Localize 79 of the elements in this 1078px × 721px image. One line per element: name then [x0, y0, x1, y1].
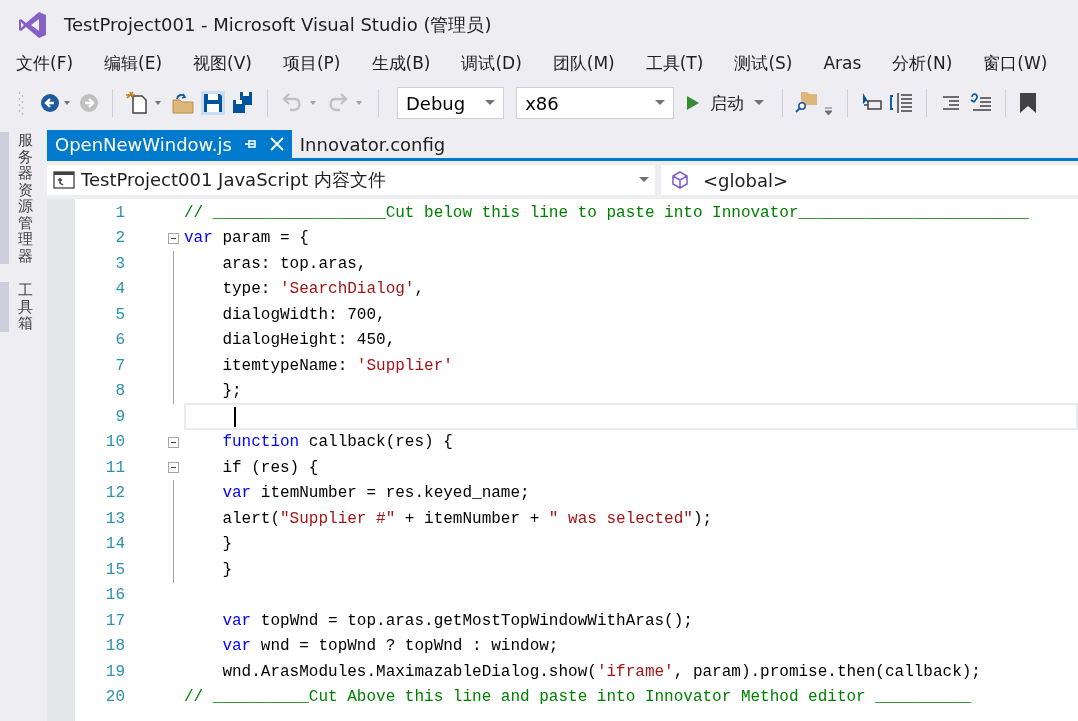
line-number: 19	[104, 662, 125, 681]
code-line: var wnd = topWnd ? topWnd : window;	[222, 637, 559, 656]
line-number: 8	[114, 382, 125, 401]
project-dropdown[interactable]: TestProject001 JavaScript 内容文件	[47, 165, 655, 195]
toolbar-grip[interactable]	[18, 90, 24, 116]
line-number: 13	[104, 509, 125, 528]
line-number: 14	[104, 535, 125, 554]
code-line: var itemNumber = res.keyed_name;	[222, 484, 530, 503]
dropdown-arrow-icon[interactable]	[485, 100, 496, 106]
line-number: 6	[114, 331, 125, 350]
code-line: };	[222, 382, 242, 401]
line-number: 5	[114, 305, 125, 324]
code-line: var topWnd = top.aras.getMostTopWindowWithAras();	[222, 611, 693, 630]
dropdown-arrow-icon[interactable]	[639, 177, 649, 183]
code-line: // __________Cut Above this line and paste into Innovator Method editor __________	[184, 688, 972, 707]
code-line: dialogWidth: 700,	[222, 305, 386, 324]
line-number: 18	[104, 637, 125, 656]
code-line: dialogHeight: 450,	[222, 331, 396, 350]
menu-item[interactable]: 测试(S)	[734, 51, 793, 75]
pin-icon[interactable]	[243, 137, 258, 151]
code-line: var param = {	[184, 229, 309, 248]
menu-item[interactable]: 分析(N)	[892, 51, 953, 75]
collapse-icon[interactable]	[168, 436, 179, 448]
code-line: if (res) {	[222, 458, 319, 477]
open-folder-icon[interactable]	[171, 91, 195, 115]
line-number: 12	[104, 484, 125, 503]
find-in-files-icon[interactable]	[795, 89, 836, 117]
line-number: 17	[104, 611, 125, 630]
menu-item[interactable]: 生成(B)	[371, 51, 431, 75]
line-number: 7	[114, 356, 125, 375]
line-number: 11	[104, 458, 125, 477]
outline-icon[interactable]	[890, 91, 915, 115]
menu-item[interactable]: 编辑(E)	[104, 51, 163, 75]
collapse-icon[interactable]	[168, 232, 179, 244]
code-line: // __________________Cut below this line to paste into Innovator________________________	[184, 203, 1029, 222]
dropdown-arrow-icon[interactable]	[754, 100, 765, 106]
scope-dropdown[interactable]: <global>	[661, 165, 1078, 195]
line-number: 1	[114, 203, 125, 222]
line-number: 9	[114, 407, 125, 426]
line-number: 15	[104, 560, 125, 579]
collapse-icon[interactable]	[168, 462, 179, 474]
menu-item[interactable]: 调试(D)	[461, 51, 522, 75]
line-number: 4	[114, 280, 125, 299]
menu-item[interactable]: 团队(M)	[552, 51, 615, 75]
code-line: type: 'SearchDialog',	[222, 280, 425, 299]
menu-item[interactable]: 项目(P)	[282, 51, 341, 75]
file-tab[interactable]: Innovator.config	[291, 130, 454, 158]
visual-studio-logo	[18, 10, 48, 40]
code-line: aras: top.aras,	[222, 254, 367, 273]
menu-item[interactable]: 文件(F)	[16, 51, 74, 75]
line-number: 10	[104, 433, 125, 452]
save-all-icon[interactable]	[231, 91, 255, 115]
file-tab[interactable]: OpenNewWindow.js	[47, 130, 292, 158]
window-icon	[53, 170, 75, 190]
code-line: }	[222, 560, 232, 579]
menu-item[interactable]: Aras	[823, 53, 862, 73]
close-icon[interactable]	[269, 137, 284, 151]
menu-item[interactable]: 窗口(W)	[983, 51, 1048, 75]
code-line: alert("Supplier #" + itemNumber + " was selected");	[222, 509, 713, 528]
code-line: wnd.ArasModules.MaximazableDialog.show('iframe', param).promise.then(callback);	[222, 662, 981, 681]
save-icon[interactable]	[201, 91, 225, 115]
code-line: }	[222, 535, 232, 554]
code-line: itemtypeName: 'Supplier'	[222, 356, 453, 375]
line-number: 16	[104, 586, 125, 605]
configuration-dropdown[interactable]: Debug	[397, 87, 505, 119]
cube-icon	[671, 171, 689, 189]
menu-item[interactable]: 视图(V)	[193, 51, 252, 75]
line-number: 20	[104, 688, 125, 707]
line-number: 2	[114, 229, 125, 248]
menu-item[interactable]: 工具(T)	[645, 51, 704, 75]
back-icon[interactable]	[40, 92, 72, 114]
line-number: 3	[114, 254, 125, 273]
play-icon	[686, 95, 701, 111]
code-line: function callback(res) {	[222, 433, 453, 452]
dropdown-arrow-icon[interactable]	[655, 100, 666, 106]
window-title: TestProject001 - Microsoft Visual Studio (管理员)	[64, 13, 492, 37]
start-button[interactable]: 启动	[680, 91, 771, 115]
bookmark-icon[interactable]	[1018, 91, 1039, 115]
configuration-dropdown[interactable]: x86	[516, 87, 675, 119]
